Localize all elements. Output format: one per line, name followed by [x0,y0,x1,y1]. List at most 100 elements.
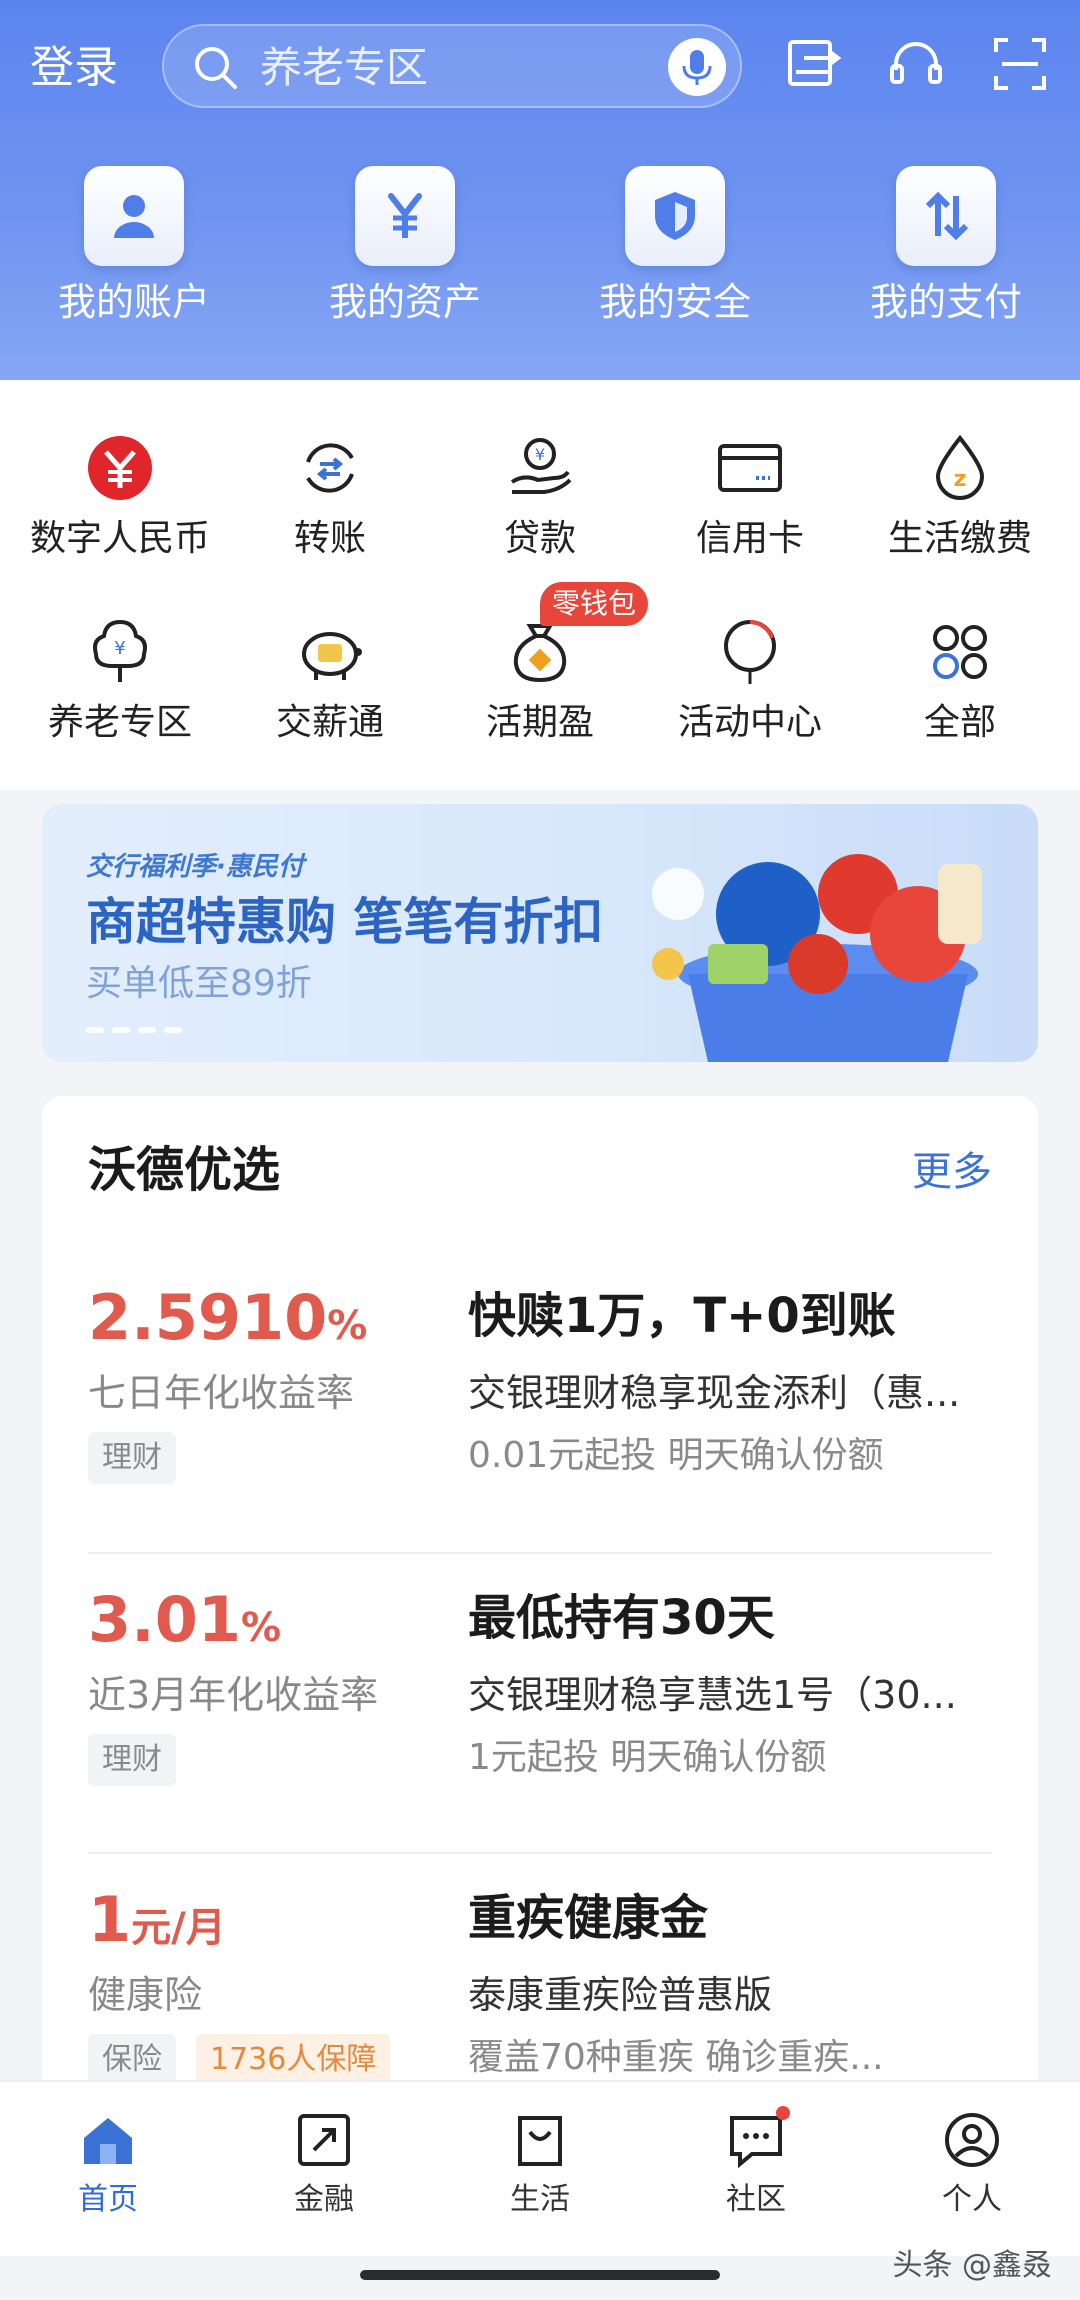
microphone-icon [682,50,712,85]
product-name: 交银理财稳享慧选1号（30... [468,1673,957,1717]
product-desc: 覆盖70种重疾 确诊重疾... [468,2037,884,2078]
service-label: 养老专区 [47,702,192,743]
service-digital-rmb[interactable]: 数字人民币 [12,432,228,592]
service-pension[interactable]: ¥ 养老专区 [12,616,228,776]
product-rate-desc: 七日年化收益率 [88,1371,355,1415]
search-bar[interactable]: 养老专区 [162,24,742,108]
search-icon [195,47,237,89]
bottom-tab-bar: 首页 金融 生活 社区 个人 [0,2080,1080,2256]
tab-finance[interactable]: 金融 [216,2110,432,2240]
product-tag: 理财 [88,1432,176,1484]
service-demand-deposit[interactable]: 活期盈 [432,616,648,776]
product-rate-desc: 健康险 [88,1973,203,2017]
home-icon [84,2118,132,2164]
search-placeholder: 养老专区 [260,43,429,92]
shield-icon [655,192,695,240]
service-all[interactable]: 全部 [852,616,1068,776]
service-label: 活动中心 [677,702,822,743]
quick-action-my-account[interactable]: 我的账户 [24,166,244,346]
service-label: 生活缴费 [887,518,1032,559]
service-label: 转账 [293,518,366,559]
tab-label: 金融 [294,2182,354,2217]
utility-payment-icon: z [935,434,985,500]
tab-label: 生活 [510,2182,570,2217]
product-item[interactable]: 1元/月 健康险 保险 1736人保障 重疾健康金 泰康重疾险普惠版 覆盖70种… [88,1882,992,2096]
service-utility-payment[interactable]: z 生活缴费 [852,432,1068,592]
home-indicator[interactable] [360,2270,720,2280]
service-loan[interactable]: ¥ 贷款 [432,432,648,592]
product-rate: 1元/月 [88,1883,226,1956]
service-transfer[interactable]: 转账 [222,432,438,592]
balloon-icon [724,620,776,684]
svg-text:z: z [954,467,967,492]
quick-action-my-payment[interactable]: 我的支付 [836,166,1056,346]
card-title: 沃德优选 [88,1142,281,1198]
tab-personal[interactable]: 个人 [864,2110,1080,2240]
product-name: 泰康重疾险普惠版 [468,1973,773,2017]
banner-tag: 交行福利季·惠民付 [86,852,304,882]
banner-pagination [86,1018,190,1037]
header: 登录 养老专区 我的账户 我的资产 我的安全 我的支付 [0,0,1080,380]
watermark: 头条 @鑫叒 [892,2248,1052,2283]
tab-home[interactable]: 首页 [0,2110,216,2240]
digital-rmb-icon [88,436,152,500]
svg-text:¥: ¥ [535,445,545,464]
login-link[interactable]: 登录 [30,40,118,96]
more-link[interactable]: 更多 [912,1146,992,1198]
service-label: 交薪通 [275,702,384,743]
product-name: 交银理财稳享现金添利（惠... [468,1371,961,1415]
transfer-icon [306,443,354,493]
product-title: 快赎1万，T+0到账 [468,1288,896,1344]
service-label: 信用卡 [695,518,804,559]
profile-icon [945,2113,999,2167]
product-desc: 1元起投 明天确认份额 [468,1737,827,1778]
shopping-bag-icon [518,2116,562,2166]
svg-text:¥: ¥ [114,638,125,659]
grid-icon [933,625,987,679]
divider [88,1552,992,1554]
wallet-badge: 零钱包 [540,582,649,626]
quick-action-label: 我的资产 [328,280,481,324]
tab-label: 首页 [78,2182,138,2217]
service-salary[interactable]: 交薪通 [222,616,438,776]
service-label: 数字人民币 [29,518,210,559]
switch-icon[interactable] [782,32,846,96]
credit-card-icon [718,444,782,492]
product-rate: 2.5910% [88,1281,368,1354]
product-title: 最低持有30天 [468,1590,775,1646]
quick-action-label: 我的安全 [598,280,751,324]
product-item[interactable]: 2.5910% 七日年化收益率 理财 快赎1万，T+0到账 交银理财稳享现金添利… [88,1280,992,1580]
tab-life[interactable]: 生活 [432,2110,648,2240]
voice-search-button[interactable] [668,38,726,96]
tab-label: 个人 [942,2182,1002,2217]
service-label: 全部 [923,702,996,743]
headset-icon[interactable] [884,32,948,96]
banner-title: 商超特惠购 笔笔有折扣 [86,893,604,951]
finance-icon [298,2114,350,2166]
scan-icon[interactable] [988,32,1052,96]
service-label: 贷款 [503,518,576,559]
quick-actions: 我的账户 我的资产 我的安全 我的支付 [0,166,1080,346]
piggy-bank-icon [302,632,362,680]
coverage-count-tag: 1736人保障 [196,2034,391,2086]
product-title: 重疾健康金 [468,1890,709,1946]
tab-community[interactable]: 社区 [648,2110,864,2240]
quick-action-my-security[interactable]: 我的安全 [565,166,785,346]
divider [88,1852,992,1854]
banner-subtitle: 买单低至89折 [86,963,312,1004]
product-desc: 0.01元起投 明天确认份额 [468,1435,884,1476]
service-label: 活期盈 [485,702,594,743]
chat-icon [730,2116,782,2169]
service-credit-card[interactable]: 信用卡 [642,432,858,592]
yen-icon [388,193,422,238]
product-rate-desc: 近3月年化收益率 [88,1673,379,1717]
promo-banner[interactable]: 交行福利季·惠民付 商超特惠购 笔笔有折扣 买单低至89折 [42,804,1038,1062]
money-bag-icon [513,624,567,683]
product-item[interactable]: 3.01% 近3月年化收益率 理财 最低持有30天 交银理财稳享慧选1号（30.… [88,1582,992,1882]
quick-action-my-assets[interactable]: 我的资产 [295,166,515,346]
tab-label: 社区 [726,2182,786,2217]
service-activity-center[interactable]: 活动中心 [642,616,858,776]
transfer-arrows-icon [925,191,969,241]
quick-action-label: 我的账户 [57,280,210,324]
supermarket-basket-illustration [652,854,982,1062]
